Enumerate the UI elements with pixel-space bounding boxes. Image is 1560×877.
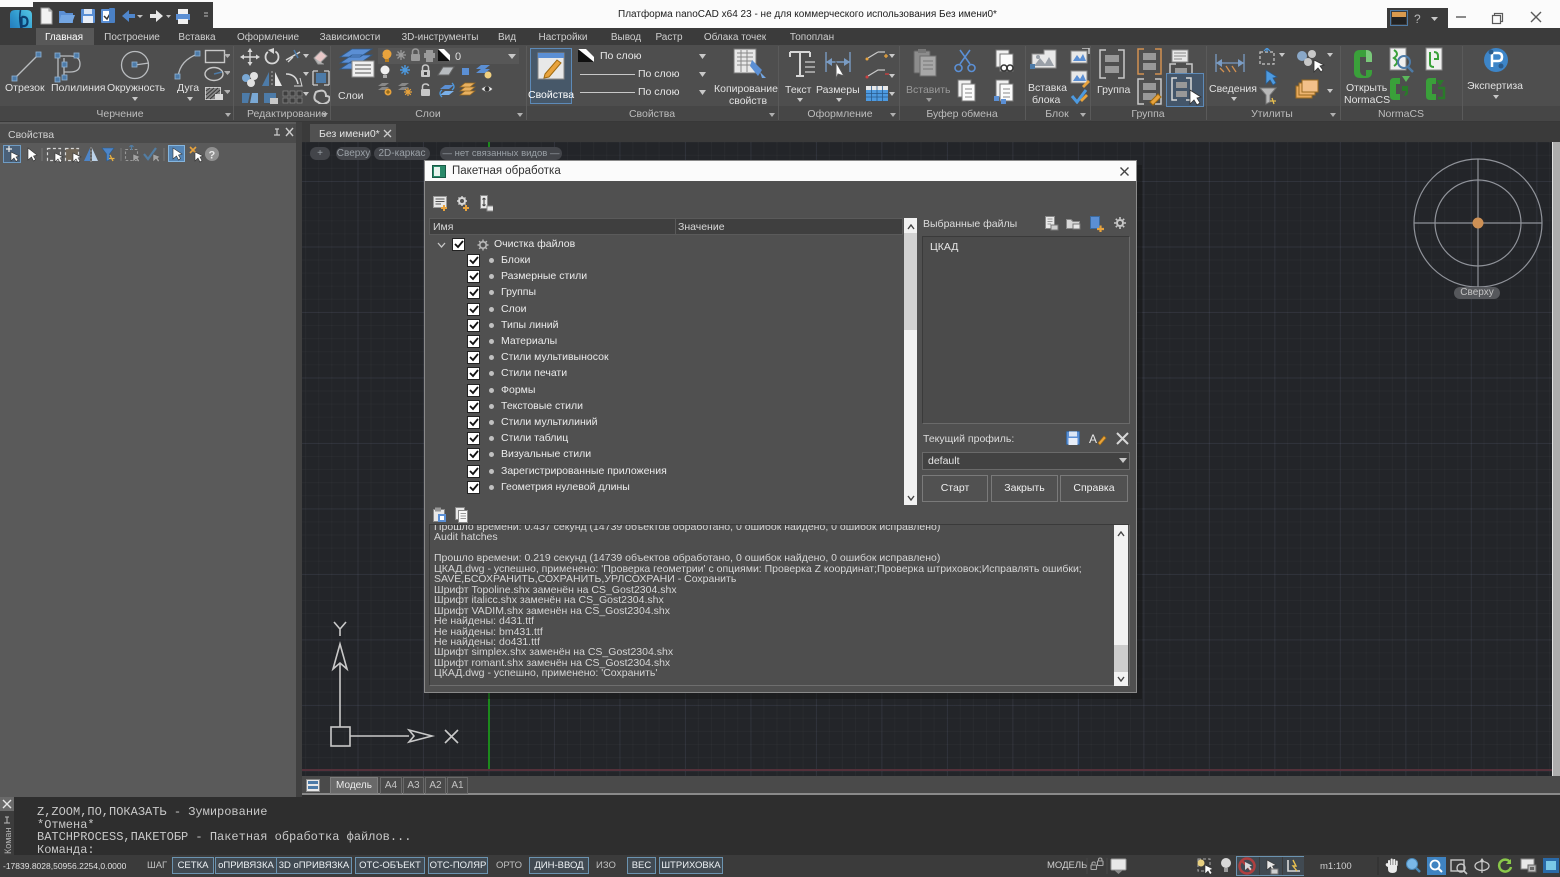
- svg-text:?: ?: [209, 150, 216, 162]
- svg-text:A: A: [1089, 432, 1097, 446]
- svg-text:m1:100: m1:100: [1320, 861, 1352, 872]
- svg-text:?: ?: [1414, 12, 1421, 26]
- svg-text:0: 0: [455, 51, 461, 63]
